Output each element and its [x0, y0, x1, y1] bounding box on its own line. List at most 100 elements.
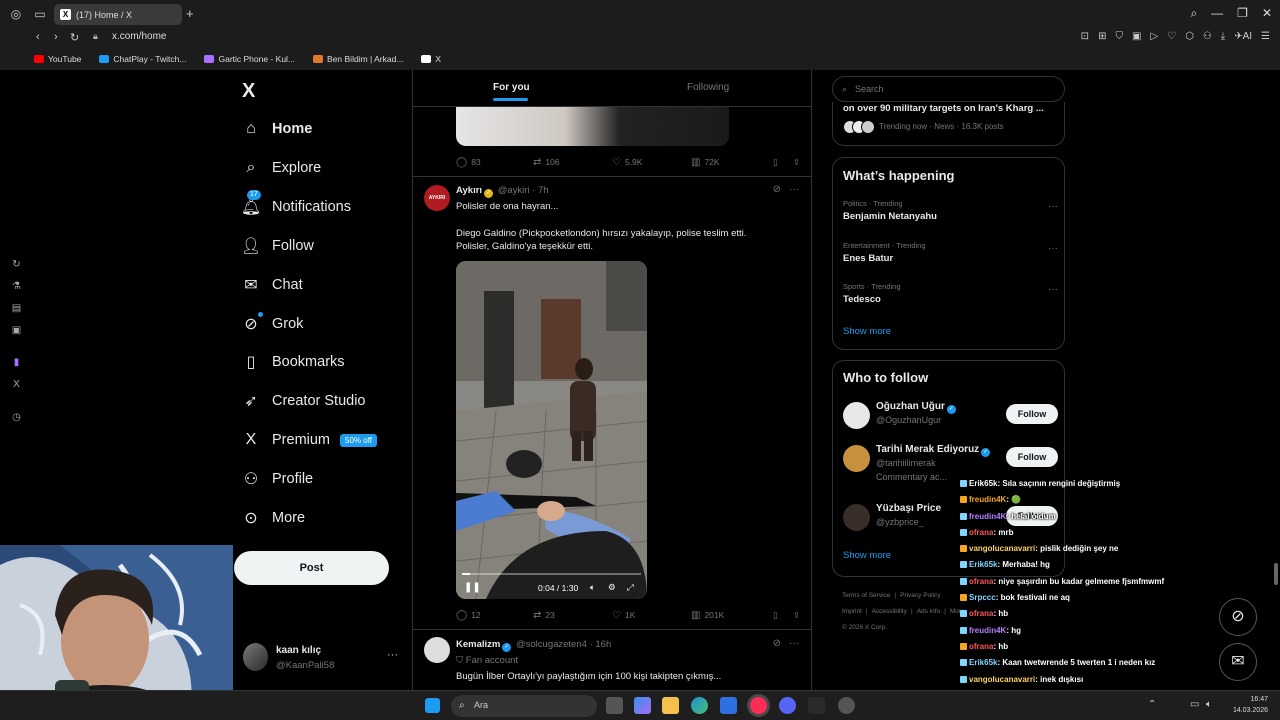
ads-link[interactable]: Ads info [917, 608, 941, 615]
imprint-link[interactable]: Imprint [842, 608, 862, 615]
x-logo[interactable]: X [242, 80, 255, 103]
nav-item-creator-studio[interactable]: ➶ Creator Studio [242, 386, 365, 416]
views-button[interactable]: ▥ 201K [691, 610, 773, 621]
pause-icon[interactable]: ❚❚ [464, 582, 481, 593]
bookmark-item[interactable]: ChatPlay - Twitch... [99, 54, 186, 64]
nav-item-more[interactable]: ⊙ More [242, 503, 305, 533]
store-icon[interactable] [720, 697, 737, 714]
more-icon[interactable]: ··· [1048, 201, 1058, 212]
vpn-icon[interactable]: ▣ [1132, 31, 1141, 42]
post-button[interactable]: Post [234, 551, 389, 585]
post-author[interactable]: Kemalizm [456, 639, 500, 650]
search-tabs-icon[interactable]: ⌕ [1190, 6, 1197, 21]
trend-item[interactable]: Politics · Trending Benjamin Netanyahu ··· [843, 199, 1058, 222]
tab-for-you[interactable]: For you [493, 82, 530, 101]
copilot-icon[interactable] [634, 697, 651, 714]
post-time[interactable]: 16h [595, 639, 611, 650]
more-icon[interactable]: ··· [789, 638, 799, 649]
app-icon[interactable] [838, 697, 855, 714]
post-handle[interactable]: @aykiri [498, 185, 530, 196]
url-field[interactable]: x.com/home [112, 31, 166, 42]
reload-icon[interactable]: ↻ [70, 31, 79, 44]
discord-icon[interactable] [779, 697, 796, 714]
account-switcher[interactable]: kaan kılıç @KaanPali58 ··· [243, 643, 403, 673]
bookmark-item[interactable]: X [421, 54, 441, 64]
nav-item-profile[interactable]: ⚇ Profile [242, 464, 313, 494]
steam-icon[interactable] [808, 697, 825, 714]
file-explorer-icon[interactable] [662, 697, 679, 714]
bookmark-page-icon[interactable]: ⊡ [1081, 31, 1089, 42]
repost-button[interactable]: ⇄ 23 [533, 610, 612, 621]
browser-menu-icon[interactable]: ◎ [8, 7, 24, 21]
previous-post-media[interactable] [456, 107, 729, 146]
twitch-icon[interactable]: ▮ [10, 356, 23, 369]
post-time[interactable]: 7h [538, 185, 549, 196]
follow-button[interactable]: Follow [1006, 447, 1058, 467]
nav-item-explore[interactable]: ⌕ Explore [242, 153, 322, 183]
taskbar-search[interactable]: Ara [451, 695, 597, 717]
repost-button[interactable]: ⇄ 106 [533, 157, 612, 168]
follow-button[interactable]: Follow [1006, 404, 1058, 424]
trend-item[interactable]: Sports · Trending Tedesco ··· [843, 282, 1058, 305]
grok-float-button[interactable]: ⊘ [1219, 598, 1257, 636]
avatar[interactable] [843, 445, 870, 472]
opera-icon[interactable] [750, 697, 767, 714]
show-more-link[interactable]: Show more [843, 326, 891, 337]
bookmark-button[interactable]: ▯ [773, 610, 793, 621]
my-flow-icon[interactable]: ▤ [10, 302, 23, 315]
volume-icon[interactable]: 🔈︎ [590, 582, 595, 593]
follow-suggestion[interactable]: Tarihi Merak Ediyoruz ✓ @tarihiilimerak Com… [843, 442, 1058, 482]
grok-icon[interactable]: ⊘ [773, 638, 781, 649]
accessibility-link[interactable]: Accessibility [872, 608, 907, 615]
fullscreen-icon[interactable]: ⤢ [627, 582, 634, 593]
player-icon[interactable]: ▷ [1150, 31, 1158, 42]
nav-item-bookmarks[interactable]: ▯ Bookmarks [242, 347, 345, 377]
restore-icon[interactable]: ❐ [1237, 6, 1248, 21]
nav-item-notifications[interactable]: 🔔︎ 17 Notifications [241, 189, 351, 222]
bookmark-item[interactable]: Gartic Phone - Kul... [204, 54, 295, 64]
forward-icon[interactable]: › [54, 31, 58, 43]
x-sidebar-icon[interactable]: X [10, 378, 23, 391]
easy-setup-icon[interactable]: ☰ [1261, 31, 1270, 42]
messenger-icon[interactable]: ▣ [10, 324, 23, 337]
shield-icon[interactable]: ⛉ [1115, 31, 1123, 42]
settings-icon[interactable]: ⚙ [608, 582, 616, 593]
heart-icon[interactable]: ♡ [1167, 31, 1176, 42]
share-button[interactable]: ⇪ [793, 610, 800, 621]
reply-button[interactable]: ◯ 12 [456, 610, 533, 621]
follow-suggestion[interactable]: Oğuzhan Uğur ✓ @OguzhanUgur Follow [843, 399, 1058, 435]
screenshot-icon[interactable]: ⊞ [1098, 31, 1106, 42]
trending-now-card[interactable]: on over 90 military targets on Iran's Kh… [832, 102, 1065, 146]
video-progress-track[interactable] [462, 573, 641, 575]
more-icon[interactable]: ··· [387, 649, 398, 661]
scrollbar[interactable] [1274, 563, 1278, 585]
new-tab-icon[interactable]: + [186, 7, 194, 20]
avatar[interactable] [424, 637, 450, 663]
post-video[interactable]: ❚❚ 0:04 / 1:30 🔈︎ ⚙ ⤢ [456, 261, 647, 599]
edge-icon[interactable] [691, 697, 708, 714]
extensions-icon[interactable]: ⬡ [1185, 31, 1194, 42]
nav-item-premium[interactable]: X Premium 50% off [242, 425, 377, 455]
tab-following[interactable]: Following [687, 82, 729, 93]
privacy-link[interactable]: Privacy Policy [900, 592, 940, 599]
show-more-link[interactable]: Show more [843, 550, 891, 561]
search-input[interactable]: Search [832, 76, 1065, 102]
volume-icon[interactable]: 🔈︎ [1206, 699, 1212, 710]
avatar[interactable] [843, 402, 870, 429]
like-button[interactable]: ♡ 5.9K [612, 157, 691, 168]
history-icon[interactable]: ↻ [10, 258, 23, 271]
task-view-icon[interactable] [606, 697, 623, 714]
back-icon[interactable]: ‹ [36, 31, 40, 43]
workspaces-icon[interactable]: ▭ [32, 7, 48, 21]
reply-button[interactable]: ◯ 83 [456, 157, 533, 168]
like-button[interactable]: ♡ 1K [612, 610, 691, 621]
bookmark-item[interactable]: YouTube [34, 54, 81, 64]
views-button[interactable]: ▥ 72K [691, 157, 773, 168]
bookmark-button[interactable]: ▯ [773, 157, 793, 168]
more-icon[interactable]: ··· [1048, 243, 1058, 254]
clock-icon[interactable]: ◷ [10, 411, 23, 424]
more-icon[interactable]: ··· [1048, 284, 1058, 295]
avatar[interactable]: AYKIRI [424, 185, 450, 211]
ai-icon[interactable]: ✈AI [1234, 31, 1252, 42]
tab-x-home[interactable]: X (17) Home / X [54, 4, 182, 25]
